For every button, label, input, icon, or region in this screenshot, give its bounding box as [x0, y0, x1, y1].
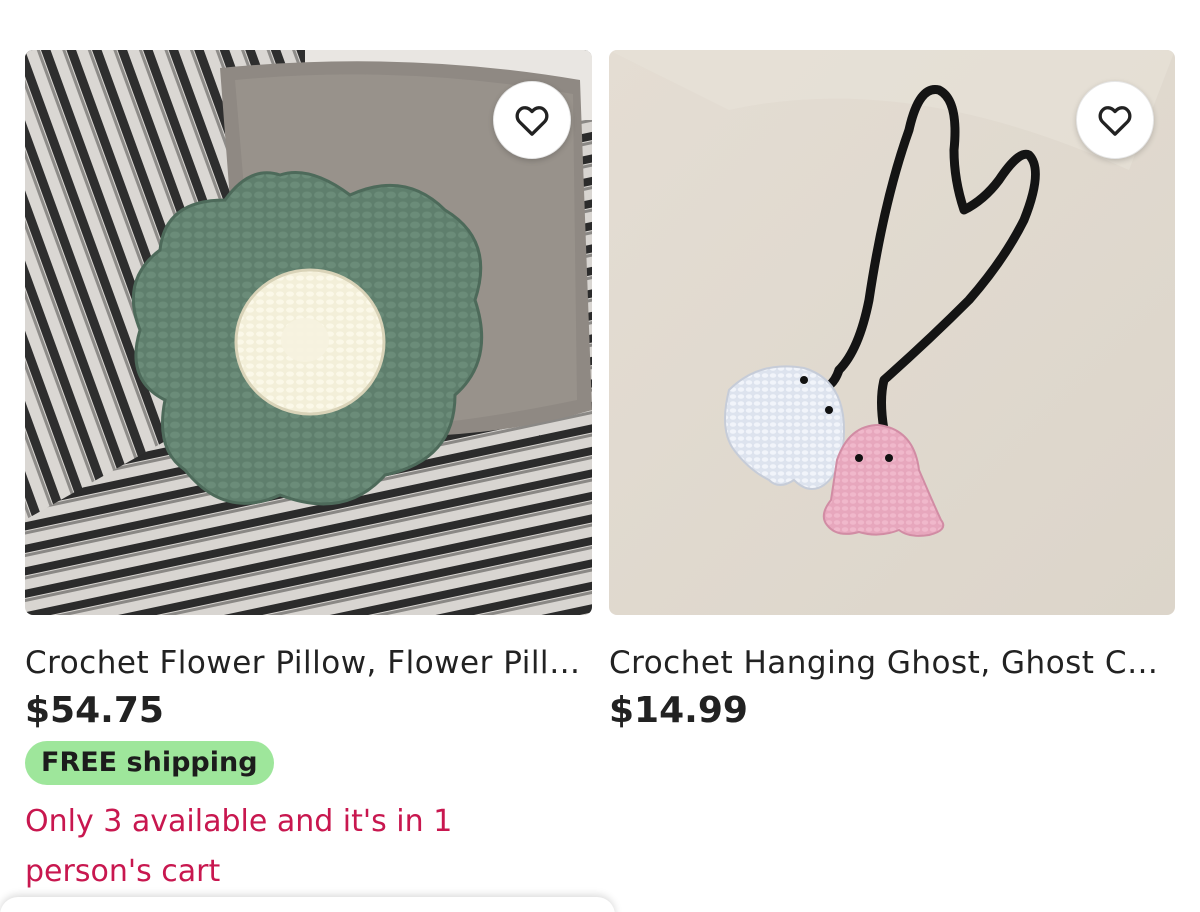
- listing-photo[interactable]: [609, 50, 1175, 615]
- top-spacer: [0, 0, 1200, 48]
- heart-outline-icon: [1098, 106, 1132, 136]
- bottom-sheet-handle[interactable]: [0, 897, 615, 912]
- listing-title[interactable]: Crochet Flower Pillow, Flower Pillow, Cr…: [25, 643, 592, 683]
- listing-card-hanging-ghost[interactable]: Crochet Hanging Ghost, Ghost Car Charm $…: [609, 50, 1175, 733]
- listing-price: $14.99: [609, 690, 748, 731]
- favorite-button[interactable]: [1076, 81, 1154, 159]
- stock-notice: Only 3 available and it's in 1 person's …: [25, 804, 453, 889]
- heart-outline-icon: [515, 106, 549, 136]
- listing-card-flower-pillow[interactable]: Crochet Flower Pillow, Flower Pillow, Cr…: [25, 50, 592, 897]
- listing-price: $54.75: [25, 690, 164, 731]
- listing-title[interactable]: Crochet Hanging Ghost, Ghost Car Charm: [609, 643, 1175, 683]
- listing-photo[interactable]: [25, 50, 592, 615]
- free-shipping-badge: FREE shipping: [25, 741, 274, 785]
- favorite-button[interactable]: [493, 81, 571, 159]
